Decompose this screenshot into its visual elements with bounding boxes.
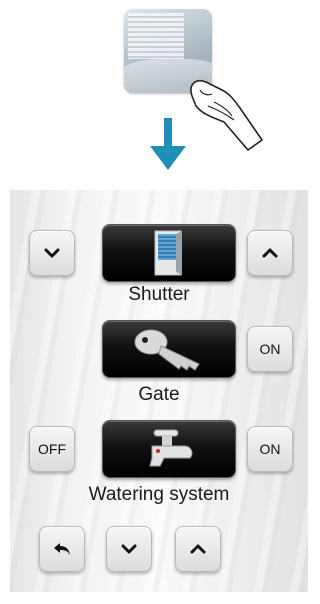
key-icon [134,329,200,371]
scroll-up-button[interactable] [175,526,221,572]
shutter-device-button[interactable] [102,224,236,282]
window-shutter-icon [154,230,182,276]
shutter-down-button[interactable] [29,230,75,276]
shutter-up-button[interactable] [247,230,293,276]
gate-device-button[interactable] [102,320,236,378]
tap-finger-icon [190,80,263,151]
back-button[interactable] [39,526,85,572]
watering-label: Watering system [88,484,230,505]
back-arrow-icon [54,543,70,555]
watering-device-button[interactable] [102,420,236,478]
control-panel: Shutter ON Gate OFF ON Watering system [10,190,308,592]
faucet-icon [149,429,193,467]
chevron-up-icon [190,544,206,554]
scroll-down-button[interactable] [106,526,152,572]
gate-label: Gate [138,384,180,405]
chevron-down-icon [44,248,60,258]
chevron-up-icon [262,248,278,258]
chevron-down-icon [121,544,137,554]
watering-off-button[interactable]: OFF [29,426,75,472]
gate-on-button[interactable]: ON [247,326,293,372]
arrow-down-icon [150,118,186,170]
watering-on-button[interactable]: ON [247,426,293,472]
shutter-label: Shutter [128,284,190,305]
